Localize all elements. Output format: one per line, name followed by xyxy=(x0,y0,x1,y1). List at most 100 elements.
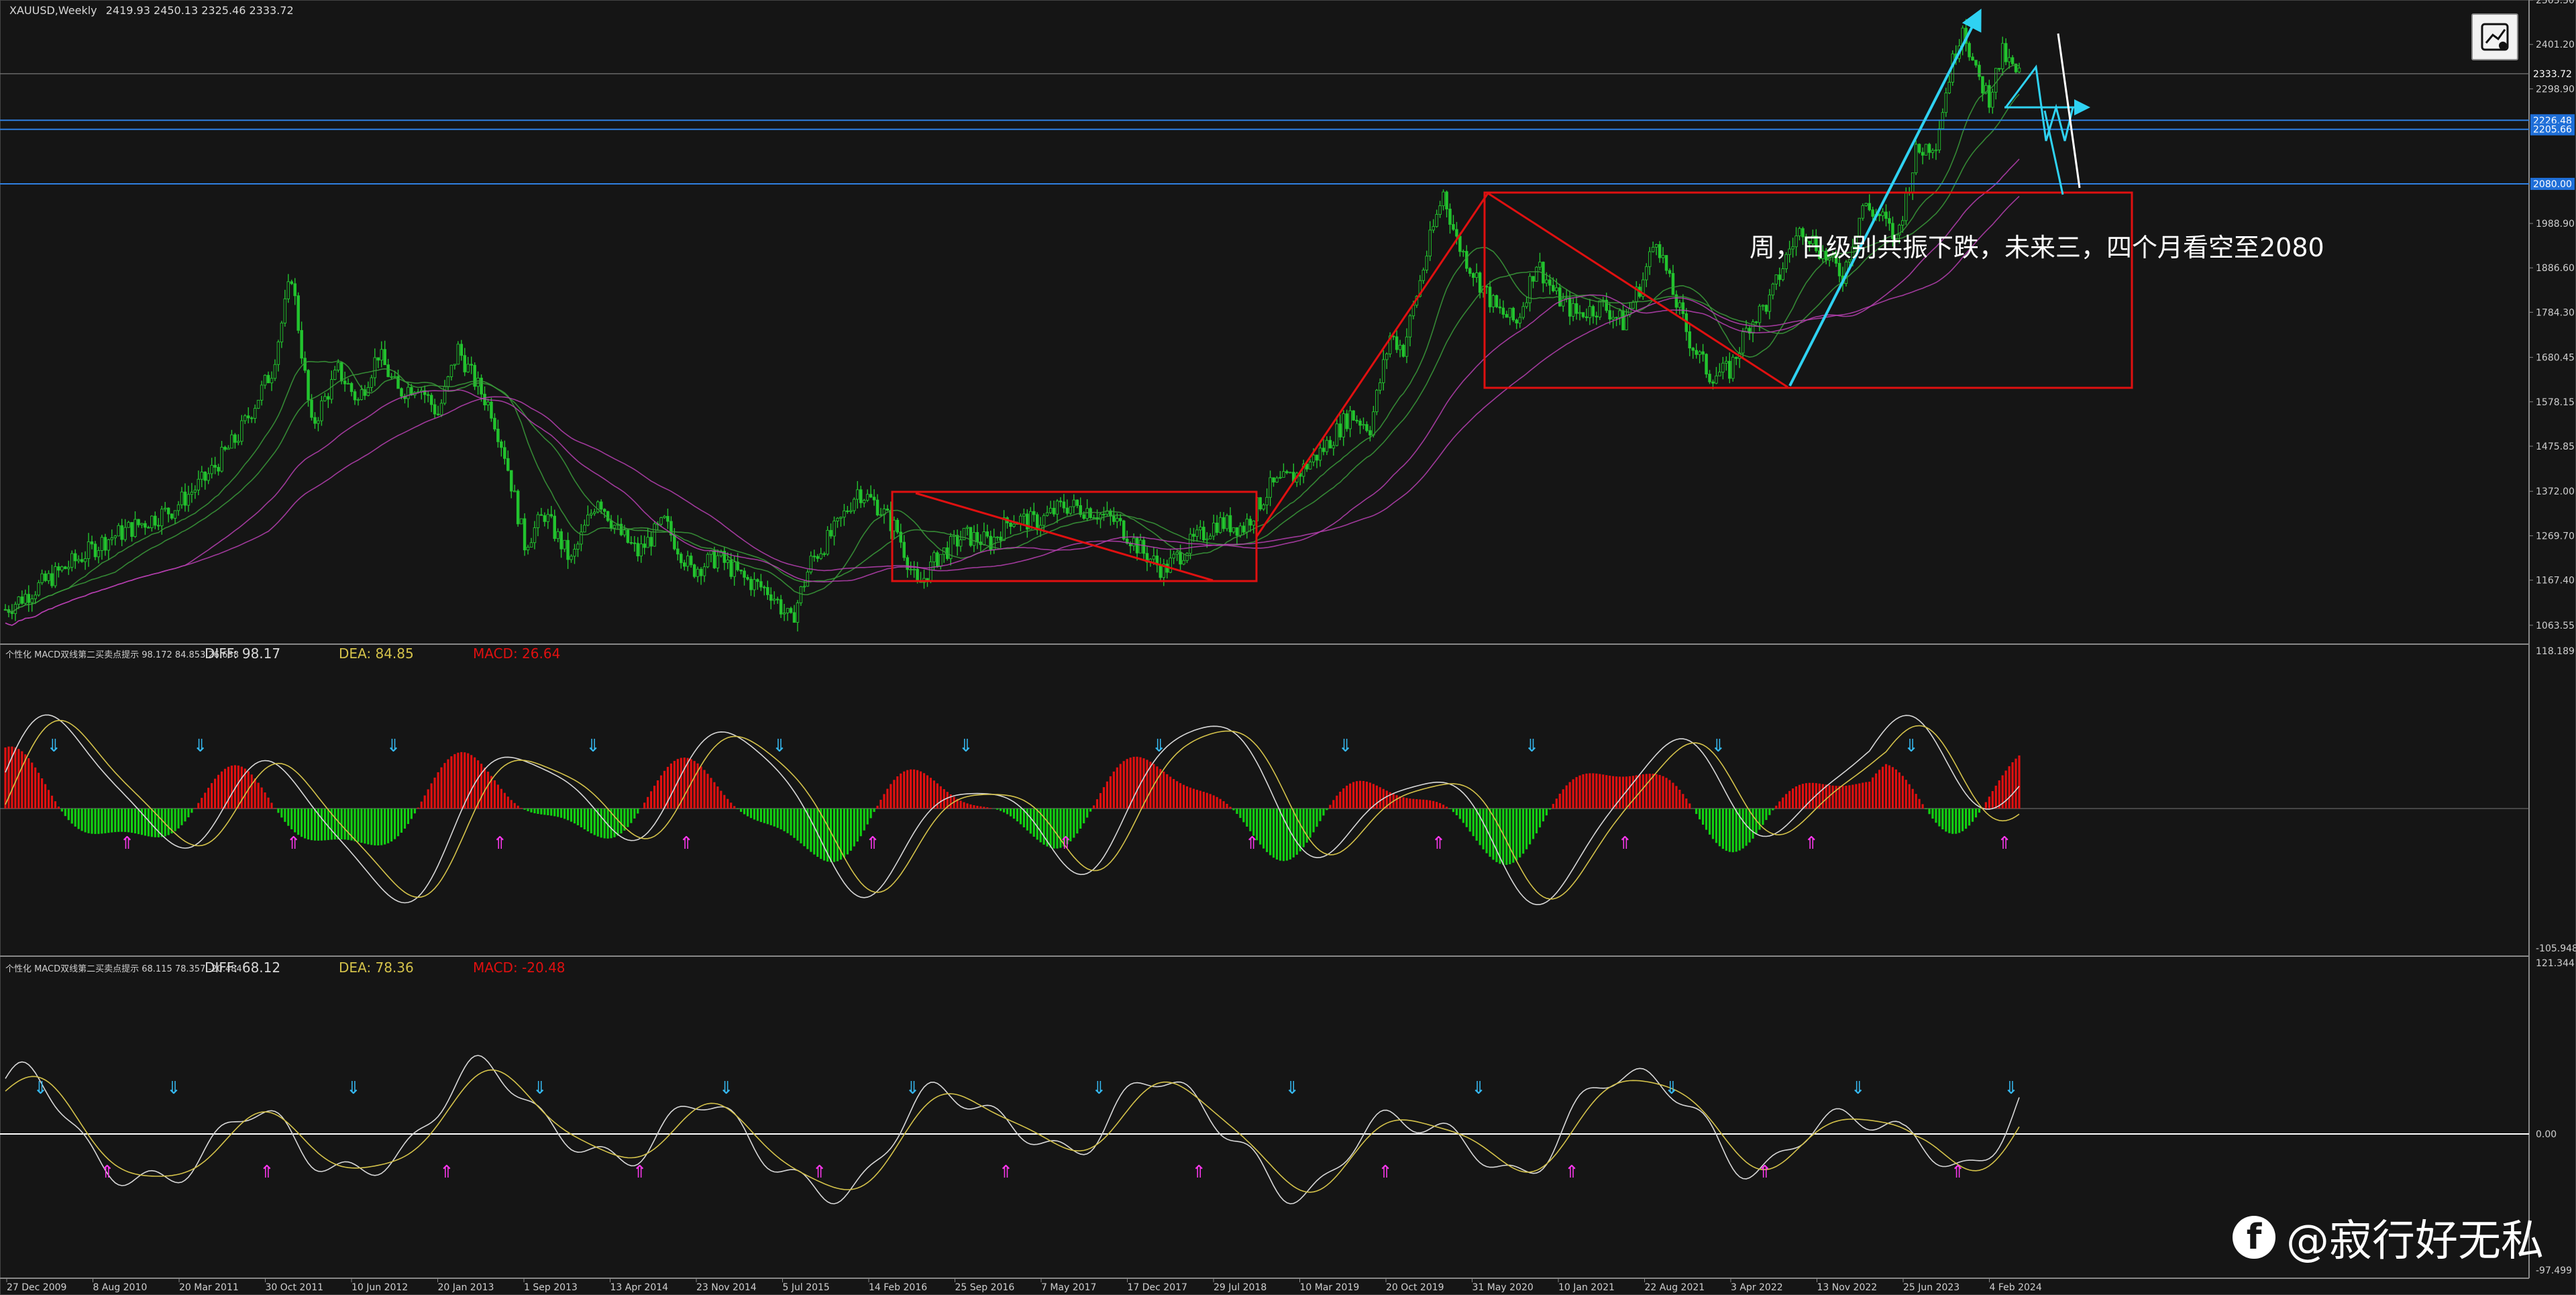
sell-signal-arrow-icon: ⇓ xyxy=(1904,736,1919,756)
time-tick-label: 17 Dec 2017 xyxy=(1128,1282,1187,1293)
candle-body xyxy=(1884,211,1888,219)
sell-signal-arrow-icon: ⇓ xyxy=(46,736,61,756)
candle-body xyxy=(746,577,749,580)
candle-body xyxy=(602,509,606,512)
candle-body xyxy=(553,515,556,539)
candle-body xyxy=(629,542,633,544)
candle-body xyxy=(1442,191,1445,207)
candle-body xyxy=(843,510,846,518)
macd2-scale-label: 121.344 xyxy=(2536,958,2575,969)
candle-body xyxy=(207,473,210,481)
candle-body xyxy=(100,537,104,551)
sell-signal-arrow-icon: ⇓ xyxy=(1664,1078,1679,1098)
sell-signal-arrow-icon: ⇓ xyxy=(346,1078,361,1098)
candle-body xyxy=(516,490,520,525)
candle-body xyxy=(1059,501,1063,503)
candle-body xyxy=(939,554,943,567)
sell-signal-arrow-icon: ⇓ xyxy=(1711,736,1725,756)
candle-body xyxy=(702,566,706,576)
time-tick-label: 20 Oct 2019 xyxy=(1386,1282,1444,1293)
candle-body xyxy=(989,535,992,550)
candle-body xyxy=(839,517,843,519)
candle-body xyxy=(140,523,144,525)
candle-body xyxy=(186,494,191,506)
buy-signal-arrow-icon: ⇑ xyxy=(100,1162,115,1182)
candle-body xyxy=(1734,356,1738,359)
candle-body xyxy=(1102,513,1106,515)
buy-signal-arrow-icon: ⇑ xyxy=(120,833,135,853)
candle-body xyxy=(1242,525,1246,533)
candle-body xyxy=(193,489,197,493)
candle-body xyxy=(2004,43,2008,62)
candle-body xyxy=(1252,520,1255,526)
candle-body xyxy=(1455,229,1458,237)
candle-body xyxy=(1615,317,1618,319)
candle-body xyxy=(666,516,669,522)
candle-body xyxy=(1731,356,1735,379)
candle-body xyxy=(573,549,576,557)
candle-body xyxy=(612,525,616,529)
candle-body xyxy=(1754,321,1758,323)
macd2-scale-label: 0.00 xyxy=(2536,1129,2557,1140)
candle-body xyxy=(1335,423,1339,446)
candle-body xyxy=(1771,283,1775,296)
chart-settings-button[interactable] xyxy=(2471,13,2518,60)
candle-body xyxy=(1408,315,1412,338)
candle-body xyxy=(593,511,596,514)
candle-body xyxy=(496,429,500,442)
candle-body xyxy=(1159,564,1163,578)
candle-body xyxy=(223,447,227,450)
time-tick-label: 25 Sep 2016 xyxy=(955,1282,1015,1293)
candle-body xyxy=(896,519,900,533)
time-tick-label: 13 Apr 2014 xyxy=(610,1282,669,1293)
candle-body xyxy=(1082,514,1085,519)
candle-body xyxy=(1718,372,1721,376)
candle-body xyxy=(985,531,989,537)
candle-body xyxy=(280,322,284,343)
candle-body xyxy=(733,561,736,577)
candle-body xyxy=(1538,262,1542,268)
candle-body xyxy=(1122,520,1126,539)
macd1-scale-label: -105.948 xyxy=(2536,943,2576,954)
buy-signal-arrow-icon: ⇑ xyxy=(1564,1162,1579,1182)
candle-body xyxy=(1781,268,1784,280)
candle-body xyxy=(1552,284,1555,291)
candle-body xyxy=(806,572,810,587)
price-tick-label: 1167.40 xyxy=(2536,576,2575,586)
candle-body xyxy=(1911,172,1915,193)
time-tick-label: 31 May 2020 xyxy=(1472,1282,1534,1293)
price-tick-label: 2503.50 xyxy=(2536,0,2575,6)
candle-body xyxy=(1618,310,1621,318)
price-tick-label: 1988.90 xyxy=(2536,219,2575,229)
candle-body xyxy=(480,377,483,395)
candle-body xyxy=(1591,306,1595,317)
candle-body xyxy=(366,386,370,396)
candle-body xyxy=(356,399,360,401)
candle-body xyxy=(339,362,343,382)
candle-body xyxy=(1072,499,1076,507)
candle-body xyxy=(570,556,573,560)
candle-body xyxy=(110,537,114,540)
candle-body xyxy=(1232,527,1236,533)
candle-body xyxy=(283,298,287,323)
candle-body xyxy=(376,357,380,361)
candle-body xyxy=(230,434,233,449)
price-scale: 2503.50 2401.20 2298.90 1988.90 1886.60 1784.… xyxy=(2529,0,2575,631)
candle-body xyxy=(1491,295,1495,307)
candle-body xyxy=(217,466,220,472)
candle-body xyxy=(802,586,806,588)
candle-body xyxy=(729,560,733,577)
candle-body xyxy=(407,386,410,399)
candle-body xyxy=(982,531,986,546)
candle-body xyxy=(1208,535,1212,539)
candle-body xyxy=(586,515,590,526)
candle-body xyxy=(137,519,140,525)
candle-body xyxy=(297,295,300,331)
candle-body xyxy=(1379,382,1382,391)
candle-body xyxy=(380,349,383,361)
candle-body xyxy=(1761,305,1765,307)
sell-signal-arrow-icon: ⇓ xyxy=(34,1078,48,1098)
macd1-scale-label: 118.189 xyxy=(2536,646,2575,657)
buy-signal-arrow-icon: ⇑ xyxy=(1951,1162,1966,1182)
time-tick-label: 10 Mar 2019 xyxy=(1300,1282,1360,1293)
